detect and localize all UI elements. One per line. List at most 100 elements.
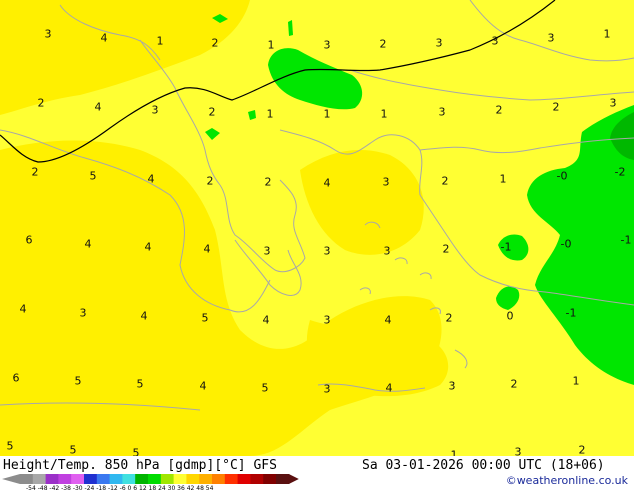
color-scale-bar — [2, 474, 299, 484]
temperature-label: 3 — [514, 445, 522, 457]
temperature-label: -1 — [565, 306, 577, 320]
temperature-label: 2 — [379, 37, 387, 51]
temperature-label: 3 — [547, 31, 555, 45]
temperature-label: 3 — [438, 105, 446, 119]
temperature-label: 3 — [323, 244, 331, 258]
temperature-label: 4 — [323, 176, 331, 190]
temperature-label: 3 — [263, 244, 271, 258]
temperature-label: 1 — [267, 38, 275, 52]
scale-swatch — [199, 474, 213, 484]
temperature-label: 4 — [147, 172, 155, 186]
temperature-label: 3 — [491, 34, 499, 48]
scale-swatch — [84, 474, 98, 484]
scale-swatch — [135, 474, 149, 484]
temperature-label: 2 — [578, 443, 586, 456]
scale-swatch — [109, 474, 123, 484]
temperature-label: 5 — [201, 311, 209, 325]
scale-swatch — [122, 474, 136, 484]
temperature-label: 5 — [6, 439, 14, 453]
map-canvas — [0, 0, 634, 456]
color-scale-ticks: -54 -48 -42 -38 -30 -24 -18 -12 -6 0 6 1… — [26, 485, 214, 492]
scale-swatch — [96, 474, 111, 484]
scale-swatch — [71, 474, 85, 484]
scale-swatch — [58, 474, 72, 484]
temperature-label: 4 — [144, 240, 152, 254]
scale-swatch — [237, 474, 251, 484]
temperature-label: 1 — [603, 27, 611, 41]
scale-arrow-left — [2, 474, 20, 484]
temperature-label: 5 — [69, 443, 77, 456]
temperature-label: 3 — [383, 244, 391, 258]
temperature-label: 4 — [100, 31, 108, 45]
temperature-label: 3 — [323, 313, 331, 327]
temperature-label: 3 — [448, 379, 456, 393]
temperature-label: 3 — [609, 96, 617, 110]
temperature-label: 1 — [572, 374, 580, 388]
temperature-label: -0 — [560, 237, 572, 251]
temperature-label: 5 — [89, 169, 97, 183]
temperature-label: 2 — [208, 105, 216, 119]
temperature-label: 2 — [31, 165, 39, 179]
scale-swatch — [20, 474, 34, 484]
temperature-label: 4 — [203, 242, 211, 256]
temperature-label: 3 — [44, 27, 52, 41]
scale-swatch — [45, 474, 59, 484]
scale-swatch — [250, 474, 264, 484]
scale-swatch — [212, 474, 226, 484]
temperature-label: -1 — [500, 240, 512, 254]
weather-map: 3 4 1 2 1 3 2 3 3 3 1 2 4 3 2 1 1 1 3 2 2 3 2 5 4 2 2 4 3 2 1 -0 -2 6 4 4 4 3… — [0, 0, 634, 456]
temperature-label: 3 — [435, 36, 443, 50]
temperature-label: 3 — [382, 175, 390, 189]
temperature-label: 6 — [12, 371, 20, 385]
temperature-label: 2 — [206, 174, 214, 188]
temperature-label: 2 — [510, 377, 518, 391]
temperature-label: 5 — [74, 374, 82, 388]
temperature-label: -0 — [556, 169, 568, 183]
scale-swatch — [186, 474, 200, 484]
map-footer: Height/Temp. 850 hPa [gdmp][°C] GFS Sa 0… — [0, 456, 634, 492]
scale-swatch — [148, 474, 162, 484]
temperature-label: 4 — [199, 379, 207, 393]
temperature-label: 4 — [385, 381, 393, 395]
scale-swatch — [224, 474, 239, 484]
scale-swatch — [160, 474, 175, 484]
scale-swatch — [276, 474, 290, 484]
credit-link[interactable]: ©weatheronline.co.uk — [506, 474, 628, 487]
temperature-label: 3 — [323, 382, 331, 396]
temperature-label: 2 — [442, 242, 450, 256]
temperature-label: 2 — [441, 174, 449, 188]
temperature-label: 2 — [37, 96, 45, 110]
temperature-label: 4 — [19, 302, 27, 316]
scale-swatch — [263, 474, 277, 484]
scale-swatch — [32, 474, 47, 484]
temperature-label: 2 — [552, 100, 560, 114]
temperature-label: 6 — [25, 233, 33, 247]
temperature-label: 3 — [151, 103, 159, 117]
temperature-label: 2 — [495, 103, 503, 117]
temperature-label: -1 — [620, 233, 632, 247]
scale-swatch — [173, 474, 187, 484]
temperature-label: 3 — [79, 306, 87, 320]
map-title: Height/Temp. 850 hPa [gdmp][°C] GFS — [3, 458, 277, 473]
temperature-label: 4 — [262, 313, 270, 327]
temperature-label: 4 — [84, 237, 92, 251]
temperature-label: 1 — [323, 107, 331, 121]
temperature-label: 4 — [94, 100, 102, 114]
scale-arrow-right — [288, 474, 299, 484]
temperature-label: 5 — [136, 377, 144, 391]
temperature-label: 1 — [156, 34, 164, 48]
temperature-label: 0 — [506, 309, 514, 323]
temperature-label: 2 — [211, 36, 219, 50]
temperature-label: 3 — [323, 38, 331, 52]
temperature-label: 2 — [264, 175, 272, 189]
temperature-label: 4 — [384, 313, 392, 327]
temperature-label: 5 — [261, 381, 269, 395]
temperature-label: 1 — [499, 172, 507, 186]
temperature-label: -2 — [614, 165, 626, 179]
temperature-label: 2 — [445, 311, 453, 325]
temperature-label: 1 — [266, 107, 274, 121]
temperature-label: 1 — [380, 107, 388, 121]
forecast-datetime: Sa 03-01-2026 00:00 UTC (18+06) — [362, 458, 605, 473]
temperature-label: 5 — [132, 446, 140, 457]
temperature-label: 4 — [140, 309, 148, 323]
